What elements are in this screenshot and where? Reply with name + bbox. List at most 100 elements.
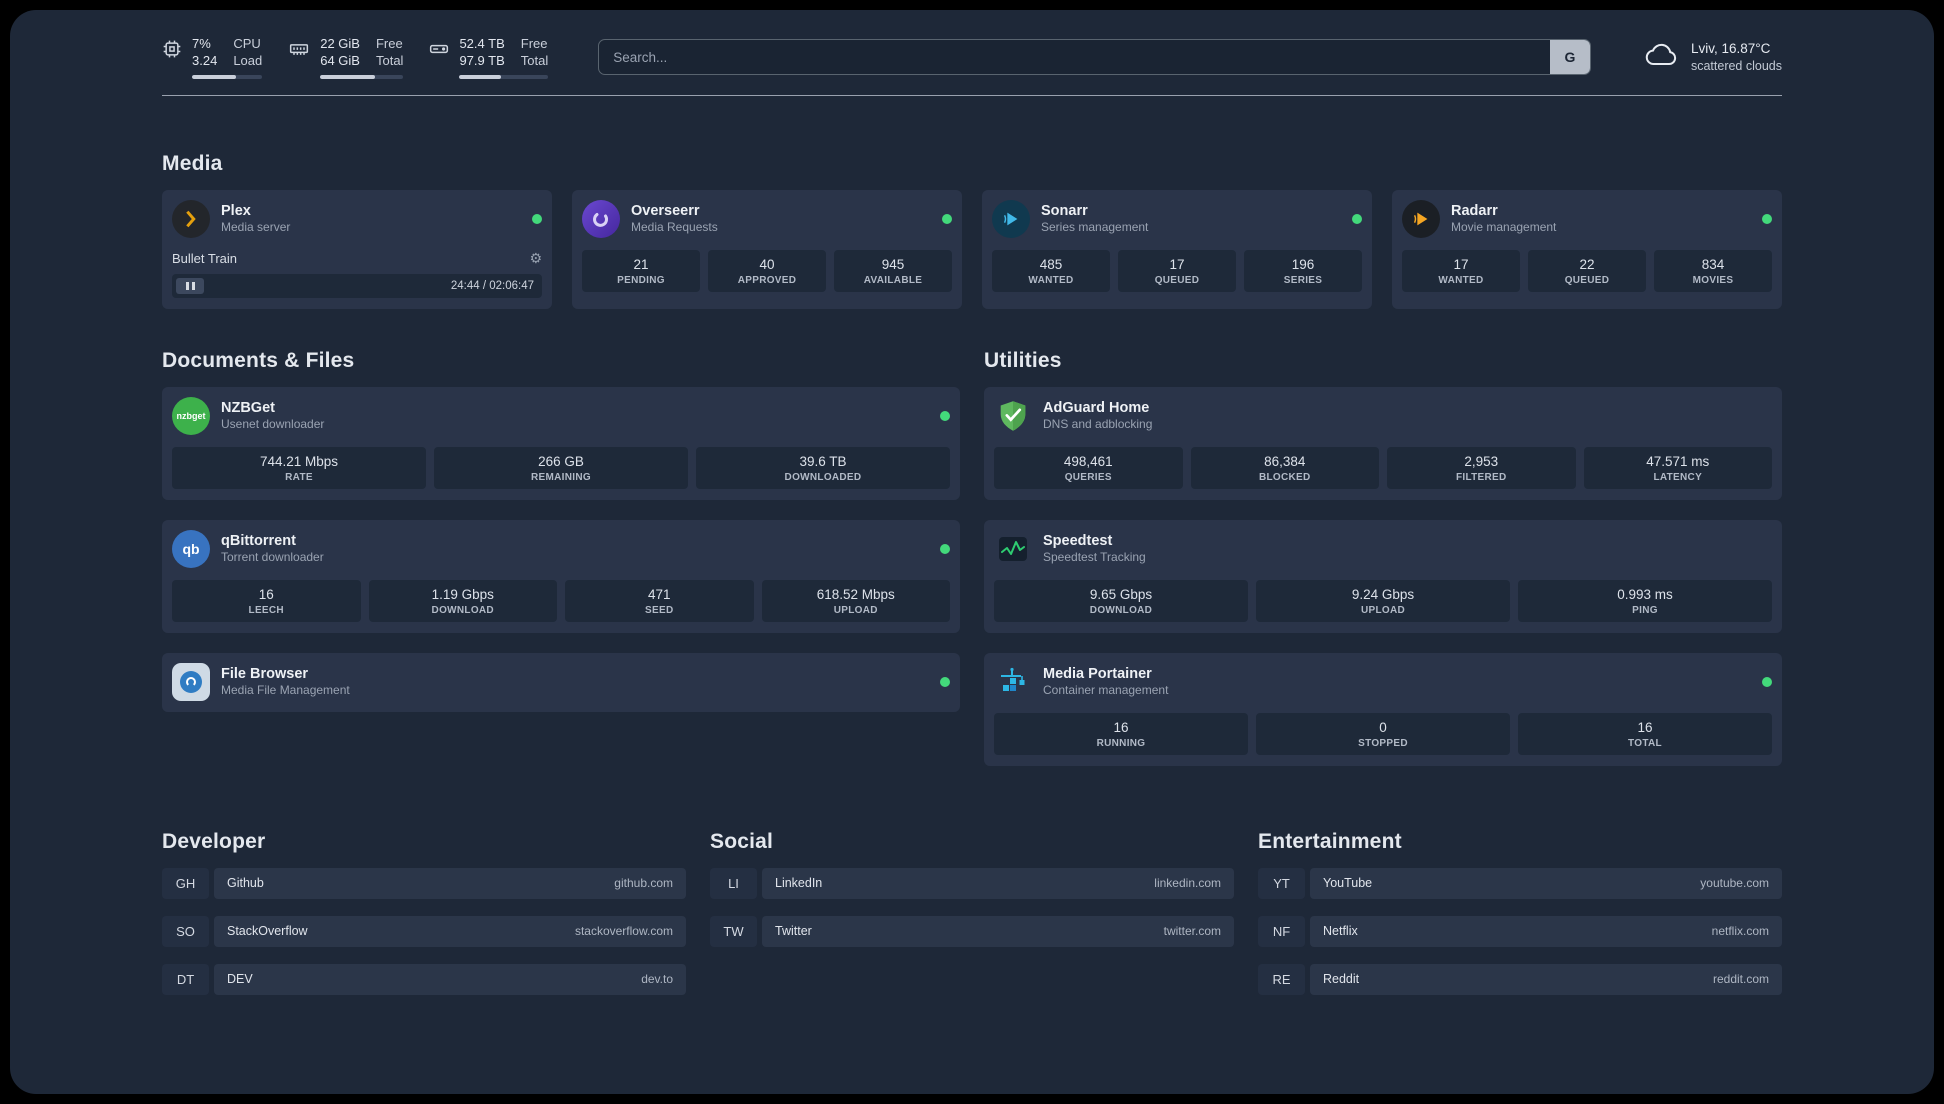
disk-free-value: 52.4 TB: [459, 36, 505, 51]
bookmark-url: github.com: [614, 876, 673, 891]
stat-latency: 47.571 ms LATENCY: [1583, 446, 1772, 489]
gear-icon[interactable]: ⚙: [529, 250, 542, 267]
playback-time: 24:44 / 02:06:47: [450, 279, 534, 292]
cpu-percent: 7%: [192, 36, 211, 51]
service-name: Sonarr: [1041, 202, 1088, 219]
stat-stopped: 0 STOPPED: [1256, 712, 1510, 755]
bookmark-group-entertainment: Entertainment YT YouTube youtube.com NF …: [1258, 830, 1782, 1012]
service-card-sonarr[interactable]: Sonarr Series management 485 WANTED 17 Q…: [982, 189, 1372, 309]
filebrowser-icon: [172, 662, 210, 701]
stat-pending: 21 PENDING: [582, 249, 700, 292]
stat-blocked: 86,384 BLOCKED: [1190, 446, 1379, 489]
bookmark-name: Netflix: [1323, 924, 1358, 939]
bookmark-linkedin[interactable]: LI LinkedIn linkedin.com: [710, 867, 1234, 899]
memory-progress-bar: [320, 74, 404, 79]
memory-total-label: Total: [375, 52, 404, 68]
weather-widget: Lviv, 16.87°C scattered clouds: [1645, 40, 1782, 75]
status-dot: [942, 213, 952, 224]
service-desc: Media Requests: [631, 220, 718, 235]
section-title-social: Social: [710, 829, 774, 853]
cpu-widget: 7% 3.24 CPU Load: [162, 36, 263, 79]
service-card-qbittorrent[interactable]: qb qBittorrent Torrent downloader 16 LEE…: [162, 519, 960, 633]
disk-total-value: 97.9 TB: [459, 52, 505, 68]
stat-seed: 471 SEED: [565, 579, 754, 622]
top-bar: 7% 3.24 CPU Load 22 GiB 64 GiB Free Tota…: [162, 10, 1782, 79]
service-card-nzbget[interactable]: nzbget NZBGet Usenet downloader 744.21 M…: [162, 386, 960, 500]
service-card-speedtest[interactable]: Speedtest Speedtest Tracking 9.65 Gbps D…: [984, 519, 1782, 633]
adguard-icon: [994, 397, 1032, 435]
bookmark-abbr: DT: [162, 963, 209, 995]
search-input[interactable]: [598, 39, 1591, 76]
service-card-plex[interactable]: Plex Media server Bullet Train ⚙ 24:44 /…: [162, 189, 552, 309]
service-name: AdGuard Home: [1043, 399, 1150, 416]
memory-total-value: 64 GiB: [320, 52, 360, 68]
bookmark-group-social: Social LI LinkedIn linkedin.com TW Twitt…: [710, 830, 1234, 1012]
cpu-icon: [162, 39, 182, 64]
bookmark-name: StackOverflow: [227, 924, 308, 939]
section-media: Media Plex Media server Bullet Train ⚙ 2…: [162, 152, 1782, 309]
bookmark-url: stackoverflow.com: [574, 924, 673, 939]
search-provider-button[interactable]: G: [1549, 40, 1590, 75]
bookmark-netflix[interactable]: NF Netflix netflix.com: [1258, 915, 1782, 947]
bookmark-url: netflix.com: [1711, 924, 1769, 939]
disk-widget: 52.4 TB 97.9 TB Free Total: [429, 36, 549, 79]
stat-upload: 618.52 Mbps UPLOAD: [761, 579, 950, 622]
stat-remaining: 266 GB REMAINING: [434, 446, 688, 489]
section-documents: Documents & Files nzbget NZBGet Usenet d…: [162, 349, 960, 712]
plex-icon: [172, 199, 210, 238]
bookmark-abbr: SO: [162, 915, 209, 947]
weather-location-temp: Lviv, 16.87°C: [1690, 40, 1771, 56]
service-desc: Container management: [1043, 683, 1169, 698]
bookmark-name: Twitter: [775, 924, 812, 939]
bookmark-twitter[interactable]: TW Twitter twitter.com: [710, 915, 1234, 947]
service-name: Radarr: [1451, 202, 1498, 219]
service-card-filebrowser[interactable]: File Browser Media File Management: [162, 652, 960, 712]
bookmark-url: reddit.com: [1712, 972, 1769, 987]
stat-ping: 0.993 ms PING: [1518, 579, 1772, 622]
bookmark-youtube[interactable]: YT YouTube youtube.com: [1258, 867, 1782, 899]
section-title-utilities: Utilities: [984, 348, 1062, 372]
bookmark-dev[interactable]: DT DEV dev.to: [162, 963, 686, 995]
service-desc: Series management: [1041, 220, 1149, 235]
service-card-adguard[interactable]: AdGuard Home DNS and adblocking 498,461 …: [984, 386, 1782, 500]
bookmark-reddit[interactable]: RE Reddit reddit.com: [1258, 963, 1782, 995]
service-card-portainer[interactable]: Media Portainer Container management 16 …: [984, 652, 1782, 766]
service-name: qBittorrent: [221, 532, 296, 549]
status-dot: [940, 543, 950, 554]
memory-icon: [288, 39, 310, 64]
pause-button[interactable]: [176, 277, 204, 294]
stat-wanted: 17 WANTED: [1402, 249, 1520, 292]
status-dot: [1762, 676, 1772, 687]
bookmark-abbr: YT: [1258, 867, 1305, 899]
service-desc: Speedtest Tracking: [1043, 550, 1146, 565]
section-utilities: Utilities AdGuard Home DNS and adblockin…: [984, 349, 1782, 766]
radarr-icon: [1402, 199, 1440, 238]
service-card-radarr[interactable]: Radarr Movie management 17 WANTED 22 QUE…: [1392, 189, 1782, 309]
bookmark-stackoverflow[interactable]: SO StackOverflow stackoverflow.com: [162, 915, 686, 947]
service-name: NZBGet: [221, 399, 275, 416]
cpu-progress-bar: [192, 74, 263, 79]
stat-upload: 9.24 Gbps UPLOAD: [1256, 579, 1510, 622]
bookmark-github[interactable]: GH Github github.com: [162, 867, 686, 899]
section-title-developer: Developer: [162, 829, 266, 853]
status-dot: [1352, 213, 1362, 224]
stat-wanted: 485 WANTED: [992, 249, 1110, 292]
disk-icon: [429, 39, 449, 64]
stat-approved: 40 APPROVED: [708, 249, 826, 292]
bookmark-url: twitter.com: [1163, 924, 1221, 939]
service-name: Speedtest: [1043, 532, 1113, 549]
service-card-overseerr[interactable]: Overseerr Media Requests 21 PENDING 40 A…: [572, 189, 962, 309]
plex-player-bar: 24:44 / 02:06:47: [172, 273, 542, 298]
cpu-load-value: 3.24: [192, 52, 218, 68]
bookmark-abbr: LI: [710, 867, 757, 899]
service-name: Plex: [221, 202, 251, 219]
service-desc: Media File Management: [221, 683, 350, 698]
service-desc: Movie management: [1451, 220, 1557, 235]
bookmark-abbr: GH: [162, 867, 209, 899]
service-desc: Usenet downloader: [221, 417, 325, 432]
status-dot: [532, 213, 542, 224]
bookmark-name: Reddit: [1323, 972, 1360, 987]
status-dot: [940, 676, 950, 687]
disk-total-label: Total: [520, 52, 549, 68]
search-bar: G: [598, 39, 1591, 76]
